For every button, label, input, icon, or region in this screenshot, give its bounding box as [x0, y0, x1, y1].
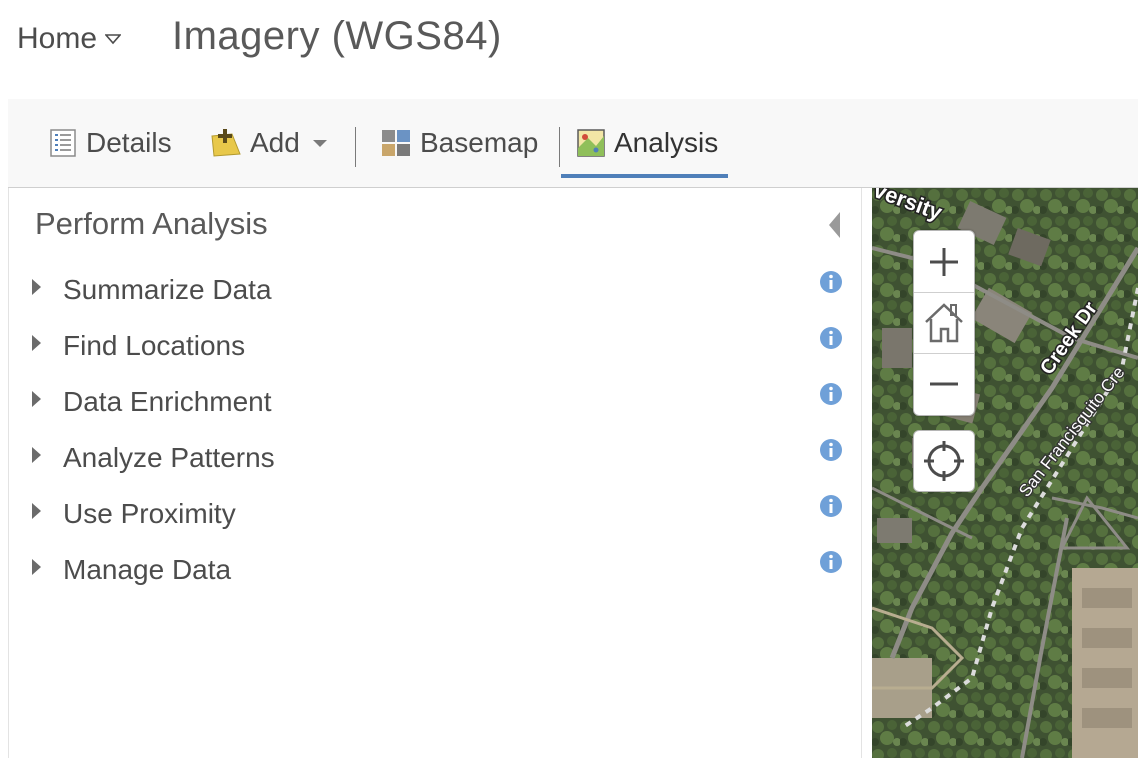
collapse-panel-icon[interactable]: [829, 212, 840, 238]
analysis-category-summarize-data[interactable]: Summarize Data: [29, 270, 849, 310]
expand-arrow-icon[interactable]: [32, 503, 41, 519]
analysis-category-data-enrichment[interactable]: Data Enrichment: [29, 382, 849, 422]
info-icon[interactable]: [819, 438, 843, 462]
analysis-icon: [577, 129, 605, 157]
category-label: Summarize Data: [63, 274, 272, 305]
zoom-out-icon: [930, 382, 958, 385]
home-menu[interactable]: Home: [17, 22, 122, 56]
basemap-label: Basemap: [420, 127, 539, 158]
active-tab-indicator: [561, 174, 728, 178]
expand-arrow-icon[interactable]: [32, 391, 41, 407]
details-button[interactable]: Details: [48, 125, 172, 161]
info-icon[interactable]: [819, 494, 843, 518]
zoom-out-button[interactable]: [914, 353, 974, 414]
expand-arrow-icon[interactable]: [32, 279, 41, 295]
chevron-down-icon: [105, 34, 122, 45]
page-title: Imagery (WGS84): [172, 14, 502, 58]
details-label: Details: [86, 127, 172, 158]
toolbar-divider: [559, 127, 560, 167]
satellite-imagery: Creek Dr San Francisquito Cre versity: [872, 188, 1138, 758]
home-icon: [925, 302, 963, 342]
details-icon: [50, 129, 76, 157]
category-label: Find Locations: [63, 330, 246, 361]
category-label: Manage Data: [63, 554, 232, 585]
analysis-category-manage-data[interactable]: Manage Data: [29, 550, 849, 590]
info-icon[interactable]: [819, 382, 843, 406]
basemap-button[interactable]: Basemap: [380, 125, 538, 161]
add-label: Add: [250, 127, 300, 158]
header: Home Imagery (WGS84): [0, 0, 1138, 98]
category-label: Use Proximity: [63, 498, 236, 529]
locate-button[interactable]: [913, 430, 975, 492]
analysis-panel: Perform Analysis Summarize Data Find Loc…: [8, 188, 862, 758]
zoom-in-icon: [930, 247, 958, 276]
add-data-icon: [211, 129, 241, 157]
category-label: Data Enrichment: [63, 386, 272, 417]
home-label: Home: [17, 22, 98, 55]
analysis-category-find-locations[interactable]: Find Locations: [29, 326, 849, 366]
expand-arrow-icon[interactable]: [32, 559, 41, 575]
analysis-category-use-proximity[interactable]: Use Proximity: [29, 494, 849, 534]
expand-arrow-icon[interactable]: [32, 447, 41, 463]
locate-icon: [924, 441, 964, 481]
info-icon[interactable]: [819, 270, 843, 294]
map-view[interactable]: Creek Dr San Francisquito Cre versity: [872, 188, 1138, 758]
expand-arrow-icon[interactable]: [32, 335, 41, 351]
zoom-in-button[interactable]: [914, 231, 974, 293]
toolbar: Details Add Basemap Analysis: [8, 99, 1138, 188]
info-icon[interactable]: [819, 550, 843, 574]
toolbar-divider: [355, 127, 356, 167]
panel-title: Perform Analysis: [35, 206, 268, 241]
chevron-down-icon: [312, 140, 327, 147]
default-extent-button[interactable]: [914, 292, 974, 354]
zoom-control: [913, 230, 975, 416]
info-icon[interactable]: [819, 326, 843, 350]
analysis-label: Analysis: [614, 127, 719, 158]
add-button[interactable]: Add: [210, 125, 338, 161]
tab-analysis[interactable]: Analysis: [576, 125, 718, 161]
analysis-category-analyze-patterns[interactable]: Analyze Patterns: [29, 438, 849, 478]
basemap-icon: [382, 130, 410, 156]
category-label: Analyze Patterns: [63, 442, 275, 473]
